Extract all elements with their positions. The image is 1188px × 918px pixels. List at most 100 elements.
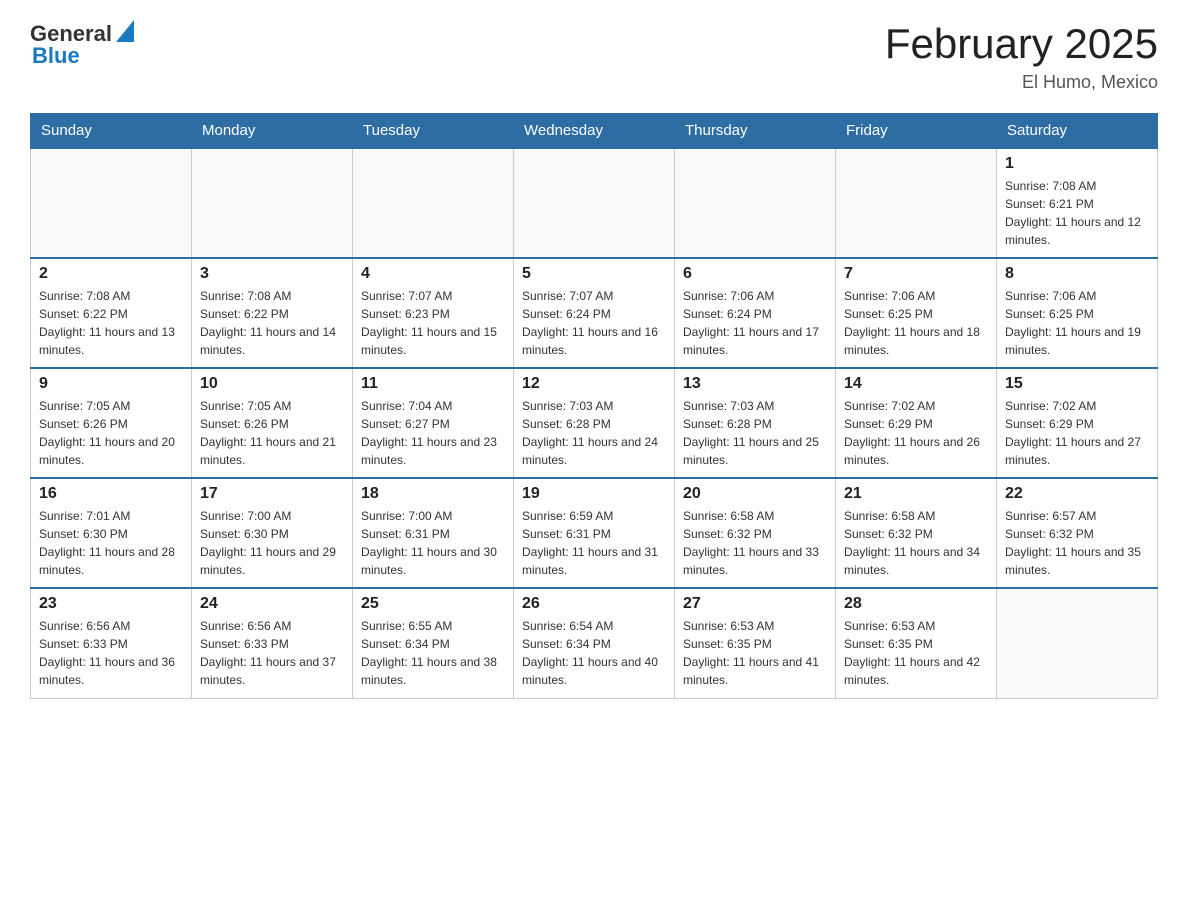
calendar-cell: 25Sunrise: 6:55 AM Sunset: 6:34 PM Dayli… xyxy=(353,588,514,698)
day-number: 1 xyxy=(1005,155,1149,173)
calendar-cell: 3 Sunrise: 7:08 AM Sunset: 6:22 PM Daylig… xyxy=(192,258,353,368)
calendar-cell: 10 Sunrise: 7:05 AM Sunset: 6:26 PM Dayli… xyxy=(192,368,353,478)
calendar-cell: 11 Sunrise: 7:04 AM Sunset: 6:27 PM Dayli… xyxy=(353,368,514,478)
day-info: Sunrise: 7:06 AM Sunset: 6:24 PM Dayligh… xyxy=(683,287,827,359)
day-number: 2 xyxy=(39,265,183,283)
day-info: Sunrise: 7:03 AM Sunset: 6:28 PM Dayligh… xyxy=(522,397,666,469)
day-number: 9 xyxy=(39,375,183,393)
day-info: Sunrise: 6:56 AM Sunset: 6:33 PM Dayligh… xyxy=(200,617,344,689)
week-row: 2 Sunrise: 7:08 AM Sunset: 6:22 PM Daylig… xyxy=(31,258,1158,368)
day-number: 20 xyxy=(683,485,827,503)
day-number: 17 xyxy=(200,485,344,503)
logo-arrow-icon xyxy=(116,20,134,42)
calendar-cell: 17 Sunrise: 7:00 AM Sunset: 6:30 PM Dayli… xyxy=(192,478,353,588)
calendar-cell xyxy=(675,148,836,258)
day-info: Sunrise: 7:03 AM Sunset: 6:28 PM Dayligh… xyxy=(683,397,827,469)
day-number: 3 xyxy=(200,265,344,283)
calendar-cell: 20Sunrise: 6:58 AM Sunset: 6:32 PM Dayli… xyxy=(675,478,836,588)
calendar-cell: 27Sunrise: 6:53 AM Sunset: 6:35 PM Dayli… xyxy=(675,588,836,698)
calendar-cell: 16 Sunrise: 7:01 AM Sunset: 6:30 PM Dayli… xyxy=(31,478,192,588)
day-number: 5 xyxy=(522,265,666,283)
day-number: 13 xyxy=(683,375,827,393)
calendar-cell xyxy=(31,148,192,258)
day-info: Sunrise: 7:08 AM Sunset: 6:22 PM Dayligh… xyxy=(39,287,183,359)
logo-blue-text: Blue xyxy=(32,43,80,69)
calendar-cell: 23 Sunrise: 6:56 AM Sunset: 6:33 PM Dayli… xyxy=(31,588,192,698)
day-number: 8 xyxy=(1005,265,1149,283)
day-of-week-header: Sunday xyxy=(31,114,192,149)
day-number: 26 xyxy=(522,595,666,613)
day-number: 23 xyxy=(39,595,183,613)
day-info: Sunrise: 7:05 AM Sunset: 6:26 PM Dayligh… xyxy=(39,397,183,469)
day-number: 16 xyxy=(39,485,183,503)
calendar-cell: 2 Sunrise: 7:08 AM Sunset: 6:22 PM Daylig… xyxy=(31,258,192,368)
day-number: 11 xyxy=(361,375,505,393)
day-of-week-header: Tuesday xyxy=(353,114,514,149)
month-title: February 2025 xyxy=(885,20,1158,68)
day-number: 12 xyxy=(522,375,666,393)
day-of-week-header: Friday xyxy=(836,114,997,149)
calendar-cell xyxy=(836,148,997,258)
calendar-cell: 7Sunrise: 7:06 AM Sunset: 6:25 PM Daylig… xyxy=(836,258,997,368)
calendar-cell: 14 Sunrise: 7:02 AM Sunset: 6:29 PM Dayli… xyxy=(836,368,997,478)
day-info: Sunrise: 6:58 AM Sunset: 6:32 PM Dayligh… xyxy=(844,507,988,579)
day-info: Sunrise: 7:07 AM Sunset: 6:24 PM Dayligh… xyxy=(522,287,666,359)
calendar-header-row: SundayMondayTuesdayWednesdayThursdayFrid… xyxy=(31,114,1158,149)
day-of-week-header: Thursday xyxy=(675,114,836,149)
calendar-cell xyxy=(353,148,514,258)
day-info: Sunrise: 6:53 AM Sunset: 6:35 PM Dayligh… xyxy=(844,617,988,689)
day-info: Sunrise: 7:00 AM Sunset: 6:30 PM Dayligh… xyxy=(200,507,344,579)
day-number: 24 xyxy=(200,595,344,613)
day-number: 14 xyxy=(844,375,988,393)
day-of-week-header: Saturday xyxy=(997,114,1158,149)
page-header: General Blue February 2025 El Humo, Mexi… xyxy=(30,20,1158,93)
week-row: 1 Sunrise: 7:08 AM Sunset: 6:21 PM Daylig… xyxy=(31,148,1158,258)
day-number: 4 xyxy=(361,265,505,283)
day-info: Sunrise: 6:54 AM Sunset: 6:34 PM Dayligh… xyxy=(522,617,666,689)
calendar-cell xyxy=(997,588,1158,698)
day-info: Sunrise: 7:05 AM Sunset: 6:26 PM Dayligh… xyxy=(200,397,344,469)
calendar-cell: 4 Sunrise: 7:07 AM Sunset: 6:23 PM Daylig… xyxy=(353,258,514,368)
week-row: 9 Sunrise: 7:05 AM Sunset: 6:26 PM Daylig… xyxy=(31,368,1158,478)
day-info: Sunrise: 7:04 AM Sunset: 6:27 PM Dayligh… xyxy=(361,397,505,469)
day-info: Sunrise: 7:00 AM Sunset: 6:31 PM Dayligh… xyxy=(361,507,505,579)
week-row: 16 Sunrise: 7:01 AM Sunset: 6:30 PM Dayli… xyxy=(31,478,1158,588)
day-info: Sunrise: 7:02 AM Sunset: 6:29 PM Dayligh… xyxy=(1005,397,1149,469)
day-info: Sunrise: 6:59 AM Sunset: 6:31 PM Dayligh… xyxy=(522,507,666,579)
day-number: 10 xyxy=(200,375,344,393)
calendar-cell: 13 Sunrise: 7:03 AM Sunset: 6:28 PM Dayli… xyxy=(675,368,836,478)
day-info: Sunrise: 7:08 AM Sunset: 6:22 PM Dayligh… xyxy=(200,287,344,359)
calendar-cell: 1 Sunrise: 7:08 AM Sunset: 6:21 PM Daylig… xyxy=(997,148,1158,258)
day-info: Sunrise: 7:02 AM Sunset: 6:29 PM Dayligh… xyxy=(844,397,988,469)
logo: General Blue xyxy=(30,20,134,69)
day-of-week-header: Monday xyxy=(192,114,353,149)
day-number: 28 xyxy=(844,595,988,613)
day-info: Sunrise: 7:08 AM Sunset: 6:21 PM Dayligh… xyxy=(1005,177,1149,249)
week-row: 23 Sunrise: 6:56 AM Sunset: 6:33 PM Dayli… xyxy=(31,588,1158,698)
calendar-cell: 8 Sunrise: 7:06 AM Sunset: 6:25 PM Daylig… xyxy=(997,258,1158,368)
calendar-cell xyxy=(514,148,675,258)
day-info: Sunrise: 6:56 AM Sunset: 6:33 PM Dayligh… xyxy=(39,617,183,689)
day-number: 18 xyxy=(361,485,505,503)
day-info: Sunrise: 7:06 AM Sunset: 6:25 PM Dayligh… xyxy=(1005,287,1149,359)
location-text: El Humo, Mexico xyxy=(885,72,1158,93)
calendar-cell: 21 Sunrise: 6:58 AM Sunset: 6:32 PM Dayli… xyxy=(836,478,997,588)
day-number: 21 xyxy=(844,485,988,503)
day-of-week-header: Wednesday xyxy=(514,114,675,149)
day-number: 15 xyxy=(1005,375,1149,393)
day-info: Sunrise: 7:01 AM Sunset: 6:30 PM Dayligh… xyxy=(39,507,183,579)
calendar-cell: 12 Sunrise: 7:03 AM Sunset: 6:28 PM Dayli… xyxy=(514,368,675,478)
day-info: Sunrise: 7:07 AM Sunset: 6:23 PM Dayligh… xyxy=(361,287,505,359)
title-section: February 2025 El Humo, Mexico xyxy=(885,20,1158,93)
calendar-cell: 22Sunrise: 6:57 AM Sunset: 6:32 PM Dayli… xyxy=(997,478,1158,588)
calendar-cell: 24 Sunrise: 6:56 AM Sunset: 6:33 PM Dayli… xyxy=(192,588,353,698)
day-number: 19 xyxy=(522,485,666,503)
calendar-cell xyxy=(192,148,353,258)
calendar-cell: 28 Sunrise: 6:53 AM Sunset: 6:35 PM Dayli… xyxy=(836,588,997,698)
calendar-cell: 18 Sunrise: 7:00 AM Sunset: 6:31 PM Dayli… xyxy=(353,478,514,588)
day-number: 27 xyxy=(683,595,827,613)
calendar-cell: 26 Sunrise: 6:54 AM Sunset: 6:34 PM Dayli… xyxy=(514,588,675,698)
calendar-table: SundayMondayTuesdayWednesdayThursdayFrid… xyxy=(30,113,1158,699)
day-number: 22 xyxy=(1005,485,1149,503)
calendar-cell: 6Sunrise: 7:06 AM Sunset: 6:24 PM Daylig… xyxy=(675,258,836,368)
